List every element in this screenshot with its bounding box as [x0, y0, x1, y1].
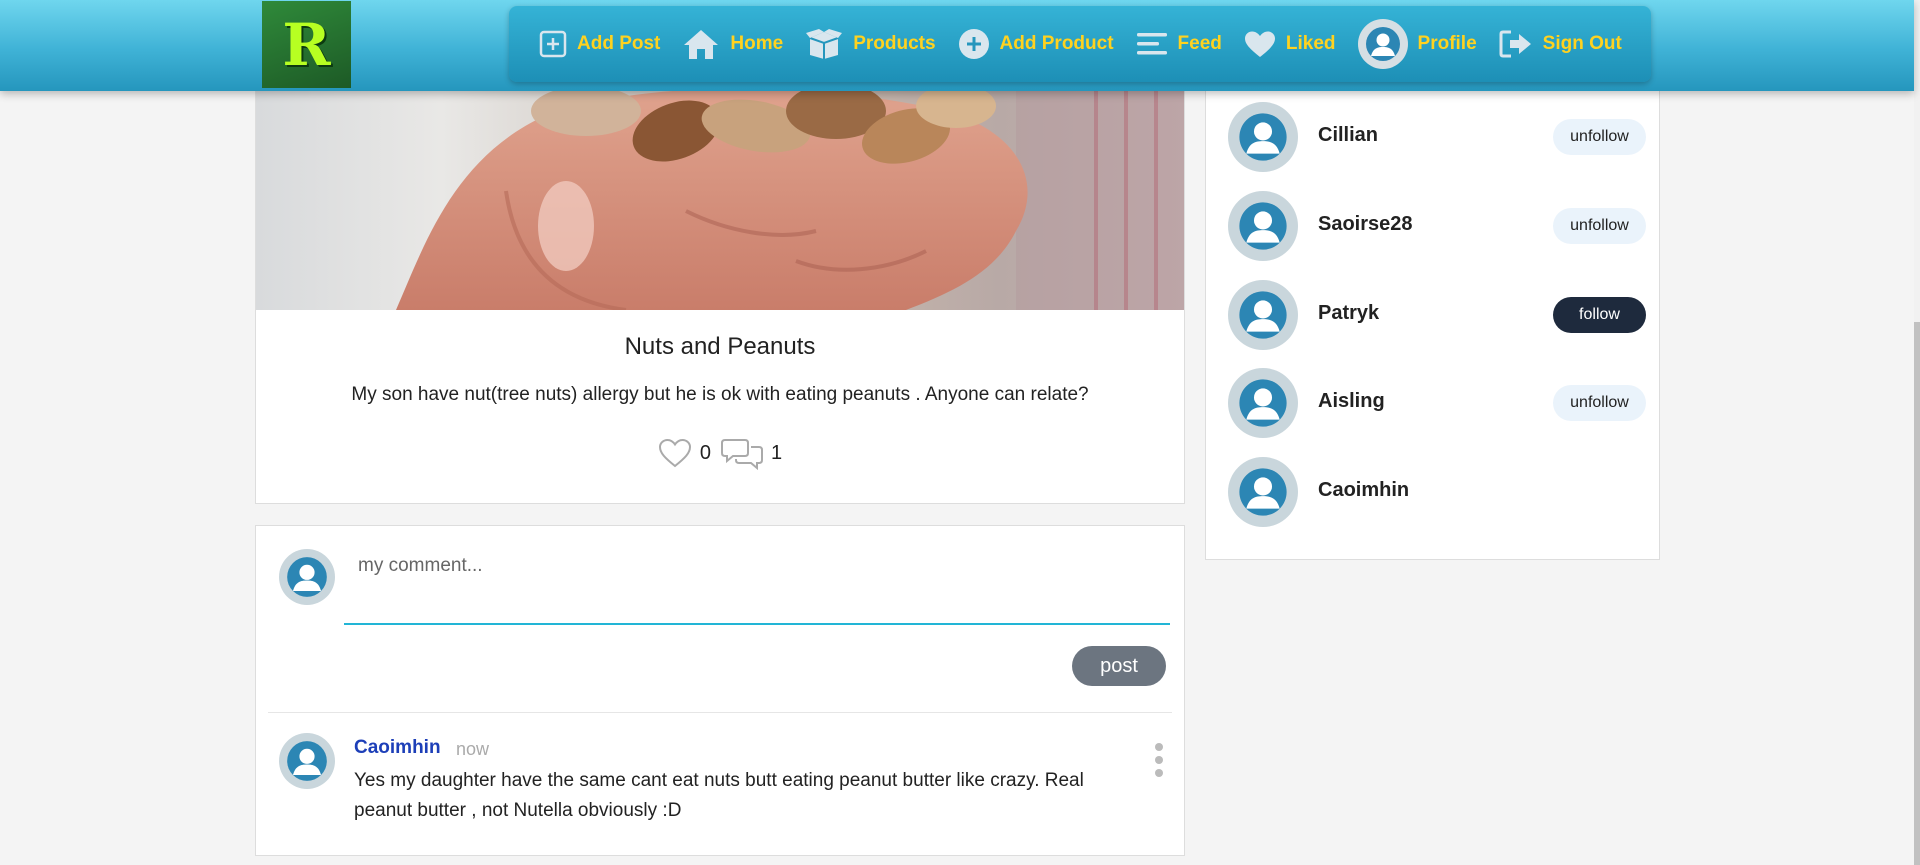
current-user-avatar [279, 549, 335, 605]
comment-author[interactable]: Caoimhin [354, 737, 441, 759]
nav-feed-label: Feed [1177, 33, 1222, 54]
nav-liked[interactable]: Liked [1244, 30, 1336, 58]
divider [268, 712, 1172, 713]
nav-home-label: Home [730, 33, 784, 54]
user-avatar[interactable] [1228, 457, 1298, 527]
following-item: Cillian unfollow [1228, 102, 1646, 172]
unfollow-button[interactable]: unfollow [1553, 208, 1646, 244]
comments-icon [721, 439, 763, 470]
nav-add-post-label: Add Post [577, 33, 661, 54]
user-name[interactable]: Caoimhin [1318, 479, 1409, 502]
nav-sign-out-label: Sign Out [1542, 33, 1622, 54]
comment-time: now [456, 739, 490, 759]
user-avatar[interactable] [1228, 191, 1298, 261]
user-avatar[interactable] [1228, 280, 1298, 350]
nav-add-product[interactable]: Add Product [958, 28, 1114, 60]
user-avatar-icon [287, 557, 327, 597]
comment-text: Yes my daughter have the same cant eat n… [354, 770, 1084, 821]
following-item: Saoirse28 unfollow [1228, 191, 1646, 261]
nav-add-post[interactable]: Add Post [539, 30, 660, 58]
post-stats: 0 1 [256, 436, 1184, 470]
like-button[interactable]: 0 [658, 438, 711, 468]
comment-count: 1 [771, 441, 783, 464]
post-comment-button[interactable]: post [1072, 646, 1166, 686]
nav-feed[interactable]: Feed [1136, 30, 1222, 58]
scrollbar-thumb[interactable] [1914, 322, 1920, 865]
like-count: 0 [699, 441, 711, 464]
app-logo[interactable]: R [262, 1, 351, 88]
following-panel: Cillian unfollow Saoirse28 unfollow Patr… [1205, 80, 1660, 560]
user-avatar-icon [1239, 202, 1287, 250]
nav-add-product-label: Add Product [999, 33, 1114, 54]
following-item: Patryk follow [1228, 280, 1646, 350]
unfollow-button[interactable]: unfollow [1553, 385, 1646, 421]
top-navbar: R Add Post Home Products Add Product Fee… [0, 0, 1914, 91]
nav-home[interactable]: Home [682, 28, 783, 60]
user-avatar[interactable] [1228, 368, 1298, 438]
nav-profile-label: Profile [1417, 33, 1477, 54]
comments-section: post Caoimhin now Yes my daughter have t… [255, 525, 1185, 856]
following-item: Caoimhin [1228, 457, 1646, 527]
post-body: My son have nut(tree nuts) allergy but h… [351, 384, 1089, 405]
follow-button[interactable]: follow [1553, 297, 1646, 333]
nav-liked-label: Liked [1285, 33, 1336, 54]
user-avatar-icon [287, 741, 327, 781]
nav-sign-out[interactable]: Sign Out [1499, 29, 1622, 59]
post-image [256, 91, 1184, 310]
nav-products-label: Products [853, 33, 936, 54]
comment-count-button[interactable]: 1 [721, 436, 782, 470]
comment-avatar[interactable] [279, 733, 335, 789]
user-name[interactable]: Cillian [1318, 124, 1378, 147]
comment-input[interactable] [344, 543, 1170, 625]
user-avatar-icon [1239, 291, 1287, 339]
user-avatar-icon [1239, 468, 1287, 516]
heart-outline-icon [658, 438, 691, 468]
user-avatar-icon [1239, 379, 1287, 427]
nav-profile[interactable]: Profile [1357, 19, 1477, 69]
avatar-icon [1357, 19, 1408, 69]
following-item: Aisling unfollow [1228, 368, 1646, 438]
box-icon [805, 28, 843, 60]
user-name[interactable]: Patryk [1318, 302, 1379, 325]
plus-square-icon [539, 30, 567, 58]
user-name[interactable]: Aisling [1318, 390, 1385, 413]
home-icon [682, 28, 720, 60]
heart-icon [1244, 30, 1276, 58]
more-options-icon[interactable] [1152, 743, 1166, 777]
sign-out-icon [1499, 29, 1533, 59]
user-name[interactable]: Saoirse28 [1318, 213, 1413, 236]
nav-products[interactable]: Products [805, 28, 936, 60]
user-avatar[interactable] [1228, 102, 1298, 172]
post-title: Nuts and Peanuts [624, 333, 816, 360]
nav-menu: Add Post Home Products Add Product Feed [509, 6, 1651, 82]
plus-circle-icon [958, 28, 990, 60]
user-avatar-icon [1239, 113, 1287, 161]
unfollow-button[interactable]: unfollow [1553, 119, 1646, 155]
post-card: Nuts and Peanuts My son have nut(tree nu… [255, 91, 1185, 504]
menu-lines-icon [1136, 30, 1168, 58]
